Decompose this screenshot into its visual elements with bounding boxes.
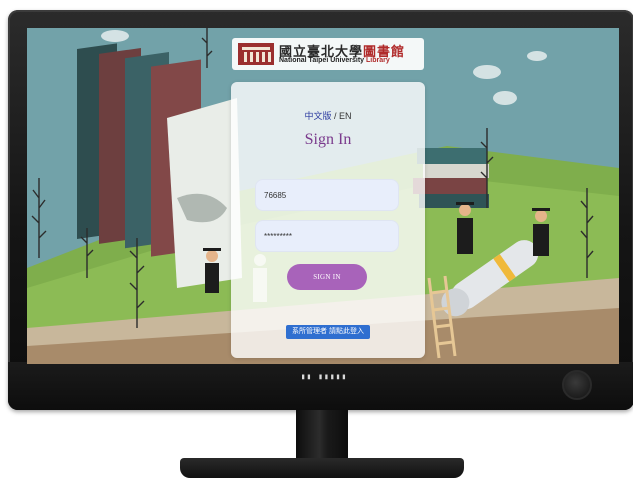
logo-english-name: National Taipei University Library — [279, 57, 390, 64]
monitor-chin — [8, 362, 633, 410]
language-separator: / — [333, 111, 337, 121]
monitor-stand-base — [180, 458, 464, 478]
admin-login-link[interactable]: 系所管理者 請點此登入 — [286, 325, 370, 339]
screen: 國立臺北大學圖書館 National Taipei University Lib… — [27, 28, 619, 364]
monitor-brand-mark: ▮▮ ▮▮▮▮▮ — [300, 372, 348, 381]
sign-in-button[interactable]: SIGN IN — [287, 264, 367, 290]
logo-library-en: Library — [366, 57, 390, 64]
language-switcher: 中文版 / EN — [231, 109, 425, 122]
username-input[interactable] — [255, 179, 399, 211]
page-title: Sign In — [304, 131, 352, 148]
library-building-icon — [238, 43, 274, 65]
power-button — [562, 370, 592, 400]
language-english-link[interactable]: EN — [339, 111, 352, 121]
library-logo: 國立臺北大學圖書館 National Taipei University Lib… — [232, 38, 424, 70]
monitor-stand-neck — [296, 410, 348, 460]
password-input[interactable] — [255, 220, 399, 252]
login-card: 中文版 / EN Sign In SIGN IN 系所管理者 請點此登入 — [231, 82, 425, 358]
language-chinese-link[interactable]: 中文版 — [304, 111, 331, 121]
logo-university-en: National Taipei University — [279, 57, 365, 64]
